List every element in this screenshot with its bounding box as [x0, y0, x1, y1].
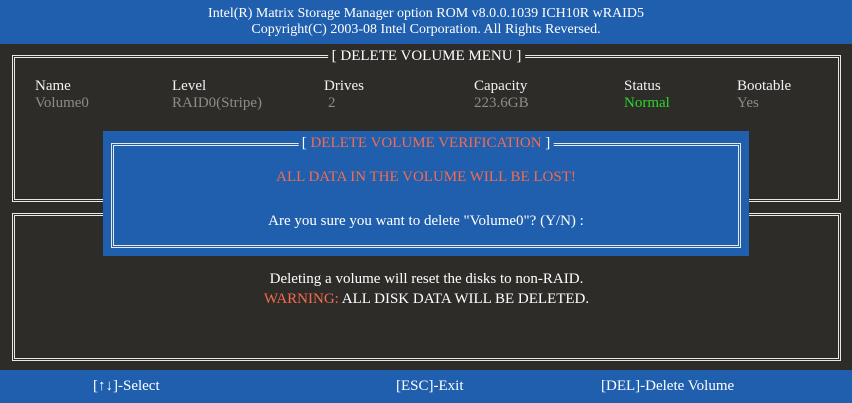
volume-name: Volume0	[35, 95, 89, 111]
column-header-capacity: Capacity	[474, 78, 528, 94]
select-key-hint[interactable]: [↑↓]-Select	[93, 370, 160, 403]
column-header-level: Level	[172, 78, 207, 94]
dialog-title-close-bracket: ]	[541, 135, 551, 151]
rom-version-text: Intel(R) Matrix Storage Manager option R…	[208, 6, 644, 21]
delete-volume-menu-title: [ DELETE VOLUME MENU ]	[327, 47, 526, 65]
volume-capacity: 223.6GB	[474, 95, 529, 111]
dialog-title-text: DELETE VOLUME VERIFICATION	[310, 135, 542, 151]
column-header-drives: Drives	[324, 78, 364, 94]
warning-text: ALL DISK DATA WILL BE DELETED.	[338, 291, 590, 307]
delete-volume-key-hint[interactable]: [DEL]-Delete Volume	[601, 370, 734, 403]
info-warning-line: WARNING: ALL DISK DATA WILL BE DELETED.	[15, 290, 838, 308]
delete-confirmation-prompt[interactable]: Are you sure you want to delete "Volume0…	[114, 212, 738, 230]
key-help-bar: [↑↓]-Select [ESC]-Exit [DEL]-Delete Volu…	[0, 370, 852, 403]
volume-bootable: Yes	[737, 95, 759, 111]
volume-status: Normal	[624, 95, 670, 111]
volume-drives: 2	[328, 95, 336, 111]
dialog-title-open-bracket: [	[301, 135, 311, 151]
copyright-text: Copyright(C) 2003-08 Intel Corporation. …	[251, 22, 601, 37]
volume-level: RAID0(Stripe)	[172, 95, 262, 111]
dialog-warning-text: ALL DATA IN THE VOLUME WILL BE LOST!	[276, 169, 576, 185]
dialog-border: [ DELETE VOLUME VERIFICATION ] ALL DATA …	[111, 134, 741, 248]
info-reset-text: Deleting a volume will reset the disks t…	[269, 271, 584, 287]
warning-label: WARNING:	[263, 291, 339, 307]
column-header-status: Status	[624, 78, 661, 94]
column-header-name: Name	[35, 78, 71, 94]
exit-key-hint[interactable]: [ESC]-Exit	[396, 370, 464, 403]
title-bar: Intel(R) Matrix Storage Manager option R…	[0, 0, 852, 44]
column-header-bootable: Bootable	[737, 78, 792, 94]
dialog-title: [ DELETE VOLUME VERIFICATION ]	[298, 134, 554, 152]
delete-verification-dialog: [ DELETE VOLUME VERIFICATION ] ALL DATA …	[103, 131, 749, 256]
